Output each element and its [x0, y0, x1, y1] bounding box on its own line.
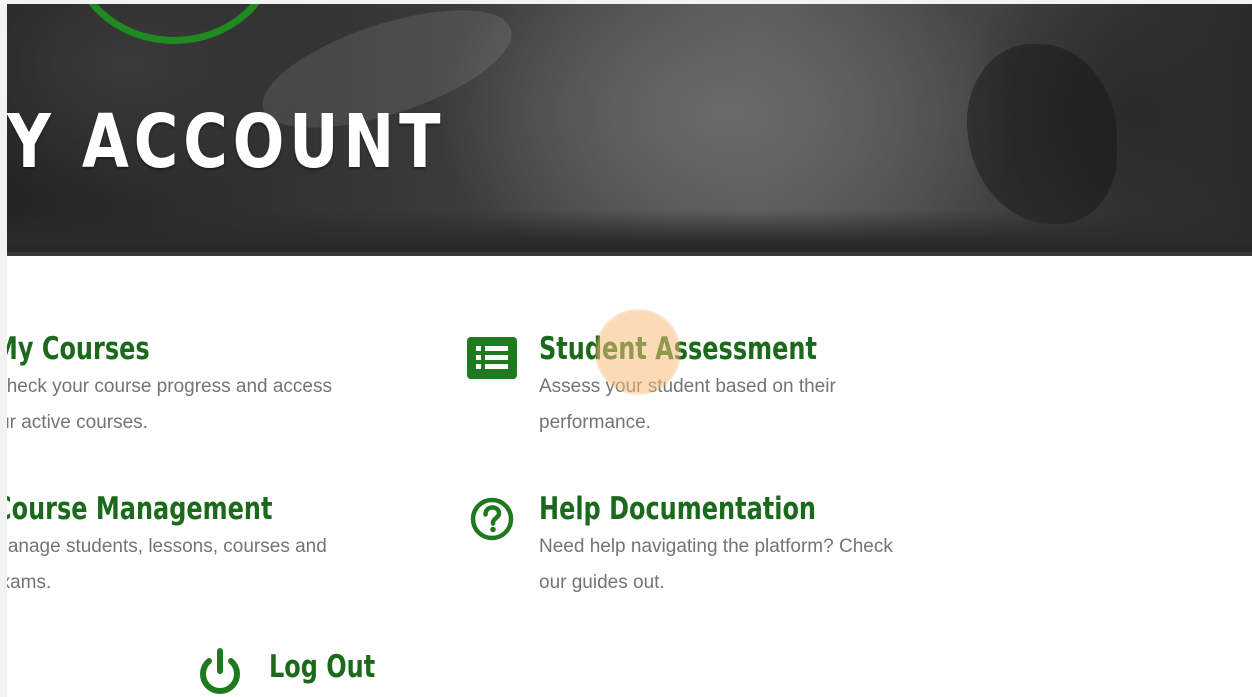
card-description-line: Check your course progress and access [7, 376, 332, 397]
card-description: Need help navigating the platform? Check… [539, 529, 989, 601]
hero-bottom-shade [7, 210, 1252, 256]
page-title: Y ACCOUNT [7, 99, 446, 185]
card-my-courses[interactable]: My Courses Check your course progress an… [7, 329, 414, 441]
card-help-documentation[interactable]: Help Documentation Need help navigating … [539, 489, 989, 601]
card-description: Manage students, lessons, courses and ex… [7, 529, 414, 601]
power-icon[interactable] [193, 646, 247, 697]
card-description-line: Assess your student based on their [539, 376, 836, 397]
card-course-management[interactable]: Course Management Manage students, lesso… [7, 489, 414, 601]
account-page: Y ACCOUNT My Courses Check your course p… [7, 4, 1252, 697]
card-title[interactable]: Student Assessment [539, 329, 926, 369]
card-description-line: our guides out. [539, 572, 665, 593]
hero-divider [7, 252, 1252, 256]
card-description-line: your active courses. [7, 412, 148, 433]
logout-link[interactable]: Log Out [269, 647, 441, 687]
list-icon[interactable] [465, 334, 519, 382]
card-title[interactable]: Course Management [7, 489, 355, 529]
card-description-line: Manage students, lessons, courses and [7, 536, 327, 557]
card-description-line: exams. [7, 572, 52, 593]
card-title[interactable]: My Courses [7, 329, 355, 369]
hero-logo-ring [69, 4, 279, 44]
hero-banner: Y ACCOUNT [7, 4, 1252, 256]
card-description-line: Need help navigating the platform? Check [539, 536, 893, 557]
card-title[interactable]: Help Documentation [539, 489, 926, 529]
card-description-line: performance. [539, 412, 651, 433]
card-student-assessment[interactable]: Student Assessment Assess your student b… [539, 329, 989, 441]
hero-background-shape [967, 44, 1117, 224]
card-description: Check your course progress and access yo… [7, 369, 414, 441]
card-description: Assess your student based on their perfo… [539, 369, 989, 441]
card-log-out[interactable]: Log Out [269, 647, 469, 687]
question-circle-icon[interactable] [467, 494, 517, 544]
